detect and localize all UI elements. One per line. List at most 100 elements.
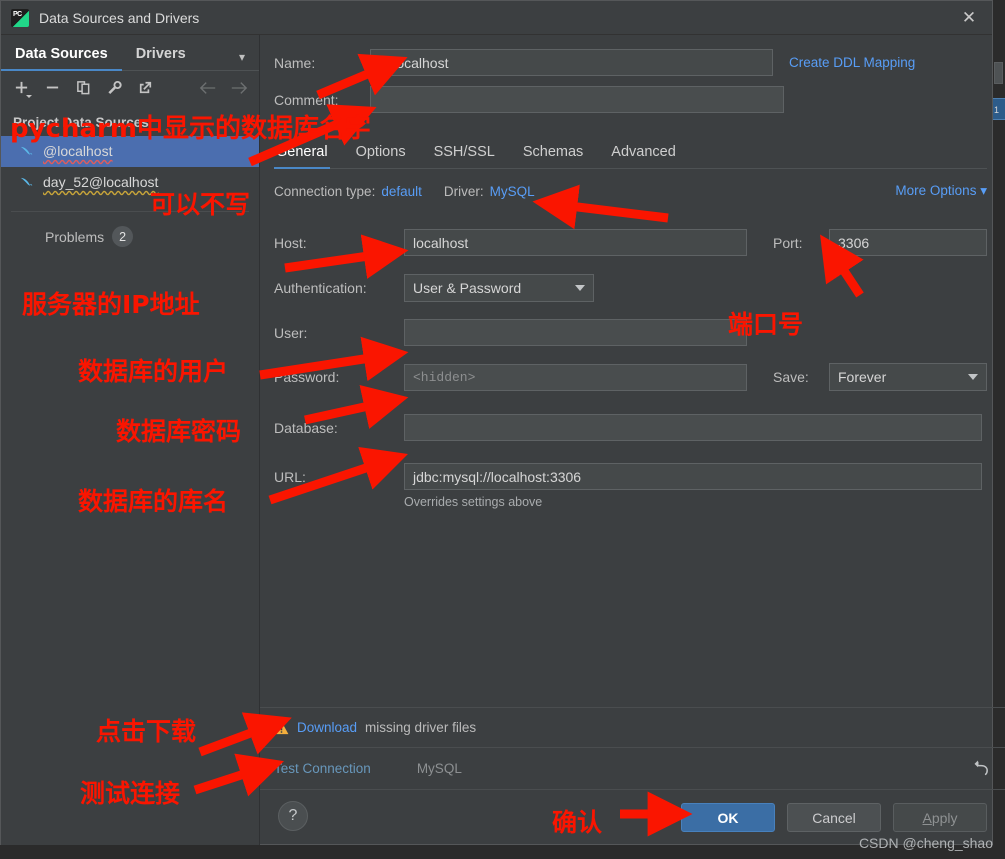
tab-advanced[interactable]: Advanced <box>597 144 690 168</box>
chevron-down-icon <box>968 374 978 380</box>
host-port-row: Host: localhost Port: 3306 <box>274 229 987 256</box>
dialog-body: Data Sources Drivers ▾ Project Data Sour… <box>1 35 1005 845</box>
password-label: Password: <box>274 369 340 385</box>
save-value: Forever <box>838 369 887 385</box>
list-item-label: @localhost <box>43 143 113 159</box>
apply-button[interactable]: Apply <box>893 803 987 832</box>
url-hint: Overrides settings above <box>404 495 543 509</box>
chevron-down-icon[interactable]: ▾ <box>239 50 245 64</box>
left-panel-toolbar <box>1 71 259 105</box>
connection-form: Host: localhost Port: 3306 Authenticatio… <box>260 199 1005 509</box>
user-label: User: <box>274 324 308 341</box>
more-options-label: More Options <box>895 183 977 198</box>
chevron-down-icon <box>575 285 585 291</box>
connection-summary-row: Connection type: default Driver: MySQL M… <box>274 183 987 199</box>
problems-row[interactable]: Problems 2 <box>1 212 259 247</box>
authentication-label: Authentication: <box>274 280 367 296</box>
list-item-day52-localhost[interactable]: day_52@localhost <box>1 167 259 198</box>
url-label: URL: <box>274 468 306 485</box>
project-data-sources-label: Project Data Sources <box>13 115 149 130</box>
url-row: URL: jdbc:mysql://localhost:3306 <box>274 463 987 490</box>
port-input[interactable]: 3306 <box>829 229 987 256</box>
screen-root: 1 Data Sources and Drivers ✕ Data Source… <box>0 0 1005 859</box>
help-button[interactable]: ? <box>278 801 308 831</box>
back-button[interactable] <box>195 76 220 100</box>
name-label: Name: <box>274 54 316 71</box>
password-input[interactable]: <hidden> <box>404 363 747 391</box>
tab-schemas[interactable]: Schemas <box>509 144 597 168</box>
test-connection-button[interactable]: Test Connection <box>274 761 371 776</box>
test-connection-driver: MySQL <box>416 761 462 776</box>
details-panel: Name: @localhost Create DDL Mapping Comm… <box>260 35 1005 845</box>
name-row: Name: @localhost Create DDL Mapping <box>274 49 987 76</box>
host-input[interactable]: localhost <box>404 229 747 256</box>
user-row: User: <box>274 319 987 346</box>
external-link-icon[interactable] <box>133 76 158 100</box>
details-header: Name: @localhost Create DDL Mapping Comm… <box>260 35 1005 123</box>
properties-button[interactable] <box>102 76 127 100</box>
list-item-label: day_52@localhost <box>43 174 159 190</box>
tab-data-sources[interactable]: Data Sources <box>1 46 122 71</box>
remove-button[interactable] <box>40 76 65 100</box>
authentication-value: User & Password <box>413 280 522 296</box>
undo-icon[interactable] <box>972 759 991 779</box>
forward-button[interactable] <box>226 76 251 100</box>
connection-type-label: Connection type: <box>274 183 376 199</box>
chevron-down-icon: ▾ <box>980 183 987 198</box>
url-input[interactable]: jdbc:mysql://localhost:3306 <box>404 463 982 490</box>
chevron-down-icon <box>26 94 32 98</box>
pycharm-icon <box>11 8 29 27</box>
connection-type-value[interactable]: default <box>381 184 422 199</box>
host-label: Host: <box>274 234 307 251</box>
comment-label: Comment: <box>274 91 339 108</box>
download-rest-text: missing driver files <box>365 720 477 735</box>
details-footer: Download missing driver files Test Conne… <box>260 707 1005 845</box>
download-link[interactable]: Download <box>297 720 357 735</box>
authentication-row: Authentication: User & Password <box>274 274 987 302</box>
watermark: CSDN @cheng_shao <box>858 835 993 851</box>
problems-label: Problems <box>45 228 105 245</box>
comment-row: Comment: <box>274 86 987 113</box>
left-panel-tabs: Data Sources Drivers ▾ <box>1 35 259 71</box>
list-item-localhost[interactable]: @localhost <box>1 136 259 167</box>
test-connection-row: Test Connection MySQL <box>260 747 1005 789</box>
create-ddl-mapping-link[interactable]: Create DDL Mapping <box>789 55 915 70</box>
database-input[interactable] <box>404 414 982 441</box>
password-placeholder: <hidden> <box>413 369 476 385</box>
authentication-select[interactable]: User & Password <box>404 274 594 302</box>
details-tabs: General Options SSH/SSL Schemas Advanced <box>274 135 987 169</box>
port-label: Port: <box>773 234 803 251</box>
ok-button[interactable]: OK <box>681 803 775 832</box>
dialog-title: Data Sources and Drivers <box>39 9 200 26</box>
database-row: Database: <box>274 414 987 441</box>
comment-input[interactable] <box>370 86 784 113</box>
driver-label: Driver: <box>443 183 484 199</box>
save-select[interactable]: Forever <box>829 363 987 391</box>
tab-ssh-ssl[interactable]: SSH/SSL <box>420 144 509 168</box>
tab-drivers[interactable]: Drivers <box>122 46 200 70</box>
more-options-button[interactable]: More Options ▾ <box>895 183 987 199</box>
close-icon[interactable]: ✕ <box>946 1 992 34</box>
background-bottom-left-strip <box>0 845 160 859</box>
warning-triangle-icon <box>274 721 289 734</box>
mysql-dolphin-icon <box>20 146 33 155</box>
data-sources-dialog: Data Sources and Drivers ✕ Data Sources … <box>0 0 1005 845</box>
problems-count-badge: 2 <box>112 226 134 247</box>
user-input[interactable] <box>404 319 747 346</box>
driver-value[interactable]: MySQL <box>490 184 535 199</box>
tab-general[interactable]: General <box>274 144 342 169</box>
download-driver-row: Download missing driver files <box>260 707 1005 747</box>
add-button[interactable] <box>9 76 34 100</box>
left-panel: Data Sources Drivers ▾ Project Data Sour… <box>1 35 260 845</box>
database-label: Database: <box>274 419 338 436</box>
save-label: Save: <box>773 369 809 385</box>
mysql-dolphin-icon <box>20 177 33 186</box>
tab-options[interactable]: Options <box>342 144 420 168</box>
name-input[interactable]: @localhost <box>370 49 773 76</box>
duplicate-button[interactable] <box>71 76 96 100</box>
dialog-titlebar: Data Sources and Drivers ✕ <box>1 1 992 35</box>
apply-underlined-letter: A <box>922 809 932 826</box>
apply-rest-label: pply <box>931 809 958 826</box>
cancel-button[interactable]: Cancel <box>787 803 881 832</box>
password-row: Password: <hidden> Save: Forever <box>274 363 987 391</box>
